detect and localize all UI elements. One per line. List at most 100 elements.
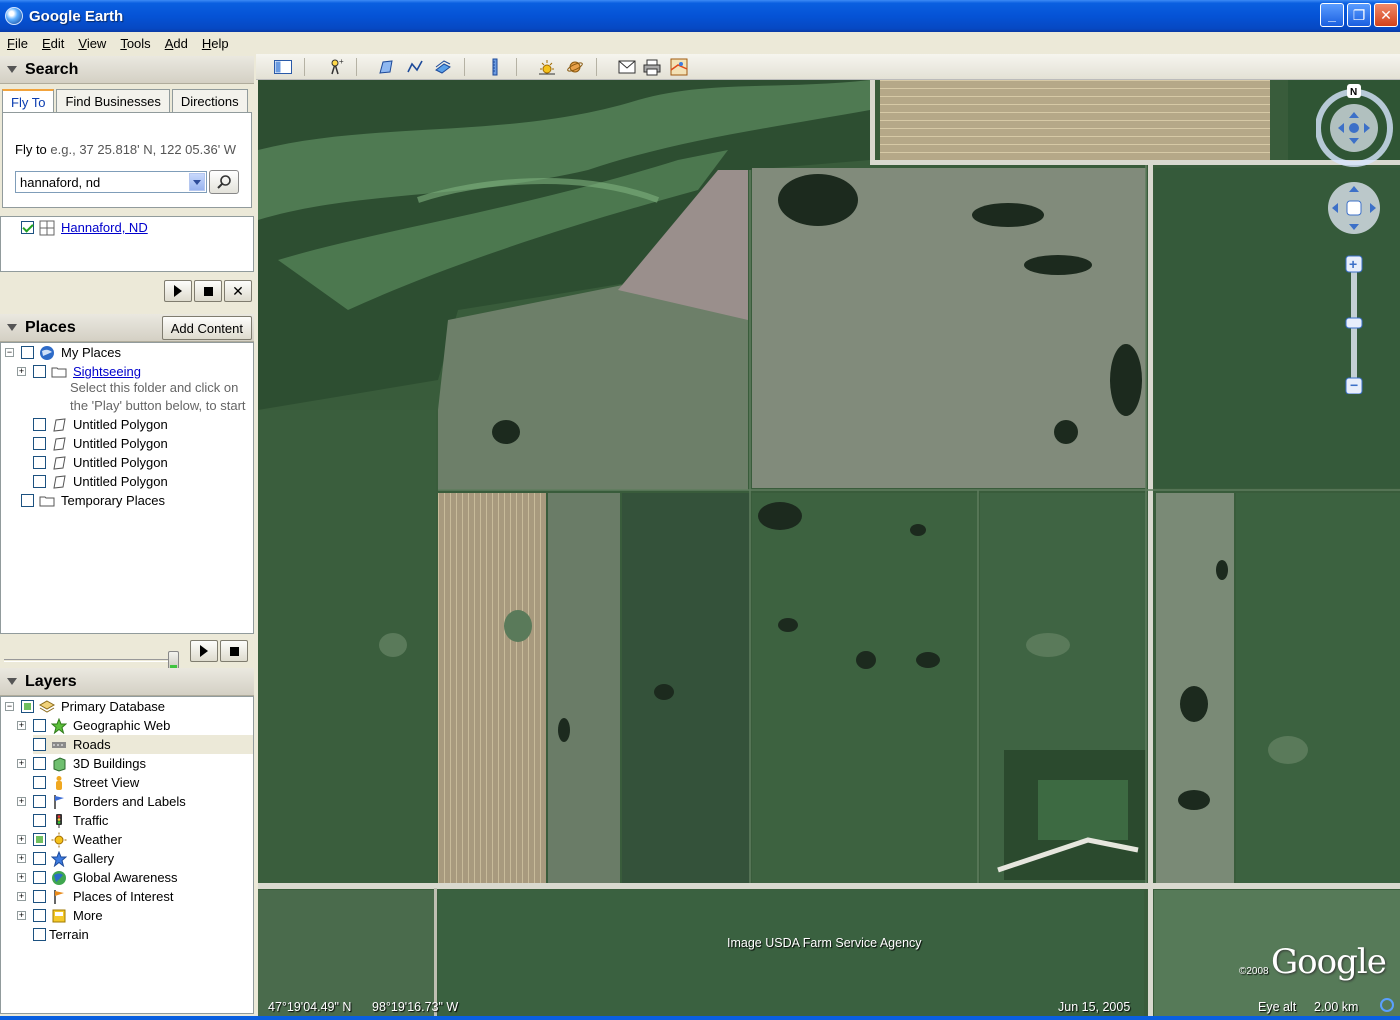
close-button[interactable]: ✕ (1374, 3, 1398, 27)
checkbox[interactable] (33, 418, 46, 431)
sidebar-icon[interactable] (272, 57, 294, 77)
layer-primary-database[interactable]: Primary Database (21, 697, 165, 716)
layer-borders-and-labels[interactable]: Borders and Labels (33, 792, 186, 811)
checkbox[interactable] (21, 346, 34, 359)
expand-box-icon[interactable]: + (17, 892, 26, 901)
checkbox[interactable] (33, 890, 46, 903)
zoom-slider[interactable]: + − (1345, 255, 1363, 395)
expand-box-icon[interactable]: + (17, 835, 26, 844)
satellite-imagery[interactable] (258, 80, 1400, 1016)
stop-tour-button[interactable] (220, 640, 248, 662)
move-joystick-icon[interactable] (1328, 182, 1380, 234)
search-button[interactable] (209, 170, 239, 194)
tree-item-polygon[interactable]: Untitled Polygon (33, 453, 168, 472)
layer-street-view[interactable]: Street View (33, 773, 139, 792)
layer-roads[interactable]: Roads (33, 735, 253, 754)
checkbox[interactable] (33, 909, 46, 922)
checkbox[interactable] (21, 494, 34, 507)
polygon-icon[interactable] (376, 57, 398, 77)
clear-button[interactable]: ✕ (224, 280, 252, 302)
maximize-button[interactable]: ❐ (1347, 3, 1371, 27)
tab-fly-to[interactable]: Fly To (2, 89, 55, 114)
checkbox[interactable] (33, 475, 46, 488)
checkbox[interactable] (33, 757, 46, 770)
expand-box-icon[interactable]: + (17, 759, 26, 768)
layer-weather[interactable]: Weather (33, 830, 122, 849)
tree-item-my-places[interactable]: My Places (21, 343, 121, 362)
menu-edit[interactable]: Edit (35, 36, 71, 51)
checkbox[interactable] (33, 776, 46, 789)
layer-places-of-interest[interactable]: Places of Interest (33, 887, 173, 906)
checkbox[interactable] (33, 871, 46, 884)
tree-item-polygon[interactable]: Untitled Polygon (33, 472, 168, 491)
collapse-box-icon[interactable]: − (5, 702, 14, 711)
menu-tools[interactable]: Tools (113, 36, 157, 51)
map-view[interactable]: N + − Image USDA Farm Service Agency ©20… (258, 80, 1400, 1016)
layer-3d-buildings[interactable]: 3D Buildings (33, 754, 146, 773)
path-icon[interactable] (404, 57, 426, 77)
search-result-item[interactable]: Hannaford, ND (21, 218, 148, 237)
print-icon[interactable] (641, 57, 663, 77)
checkbox[interactable] (33, 365, 46, 378)
result-checkbox[interactable] (21, 221, 34, 234)
expand-box-icon[interactable]: + (17, 797, 26, 806)
collapse-box-icon[interactable]: − (5, 348, 14, 357)
checkbox[interactable] (33, 738, 46, 751)
layer-global-awareness[interactable]: Global Awareness (33, 868, 178, 887)
menu-help[interactable]: Help (195, 36, 236, 51)
play-tour-button[interactable] (190, 640, 218, 662)
layer-geographic-web[interactable]: Geographic Web (33, 716, 170, 735)
email-icon[interactable] (616, 57, 638, 77)
stop-button[interactable] (194, 280, 222, 302)
checkbox[interactable] (33, 833, 46, 846)
sun-icon[interactable] (536, 57, 558, 77)
tree-item-label: My Places (61, 345, 121, 360)
placemark-icon[interactable]: + (324, 57, 346, 77)
expand-box-icon[interactable]: + (17, 854, 26, 863)
search-controls: ✕ (164, 280, 252, 302)
result-link[interactable]: Hannaford, ND (61, 220, 148, 235)
checkbox[interactable] (33, 719, 46, 732)
minimize-button[interactable]: _ (1320, 3, 1344, 27)
expand-box-icon[interactable]: + (17, 721, 26, 730)
collapse-triangle-icon[interactable] (7, 66, 17, 73)
planet-icon[interactable] (564, 57, 586, 77)
play-button[interactable] (164, 280, 192, 302)
look-joystick-icon[interactable] (1315, 89, 1393, 167)
dropdown-arrow-icon[interactable] (189, 173, 205, 191)
checkbox[interactable] (33, 795, 46, 808)
layer-more[interactable]: More (33, 906, 103, 925)
fly-to-input[interactable]: hannaford, nd (15, 171, 207, 193)
layers-panel-header[interactable]: Layers (0, 668, 254, 696)
expand-box-icon[interactable]: + (17, 911, 26, 920)
ruler-icon[interactable] (484, 57, 506, 77)
layer-terrain[interactable]: Terrain (33, 925, 89, 944)
north-indicator-icon[interactable]: N (1347, 84, 1361, 98)
view-in-maps-icon[interactable] (668, 57, 690, 77)
add-content-button[interactable]: Add Content (161, 316, 252, 340)
collapse-triangle-icon[interactable] (7, 678, 17, 685)
checkbox[interactable] (33, 456, 46, 469)
menu-view[interactable]: View (71, 36, 113, 51)
tree-item-polygon[interactable]: Untitled Polygon (33, 415, 168, 434)
menu-file[interactable]: File (0, 36, 35, 51)
expand-box-icon[interactable]: + (17, 873, 26, 882)
checkbox[interactable] (33, 928, 46, 941)
layer-gallery[interactable]: Gallery (33, 849, 114, 868)
search-panel-header[interactable]: Search (0, 56, 254, 84)
expand-box-icon[interactable]: + (17, 367, 26, 376)
tree-item-label[interactable]: Sightseeing (73, 364, 141, 379)
checkbox[interactable] (33, 852, 46, 865)
places-panel-header[interactable]: Places Add Content (0, 314, 254, 342)
checkbox[interactable] (33, 437, 46, 450)
image-overlay-icon[interactable] (432, 57, 454, 77)
menu-add[interactable]: Add (158, 36, 195, 51)
tab-find-businesses[interactable]: Find Businesses (56, 89, 170, 113)
collapse-triangle-icon[interactable] (7, 324, 17, 331)
checkbox[interactable] (21, 700, 34, 713)
tab-directions[interactable]: Directions (171, 89, 248, 113)
layer-traffic[interactable]: Traffic (33, 811, 108, 830)
tree-item-temporary-places[interactable]: Temporary Places (21, 491, 165, 510)
tree-item-polygon[interactable]: Untitled Polygon (33, 434, 168, 453)
checkbox[interactable] (33, 814, 46, 827)
